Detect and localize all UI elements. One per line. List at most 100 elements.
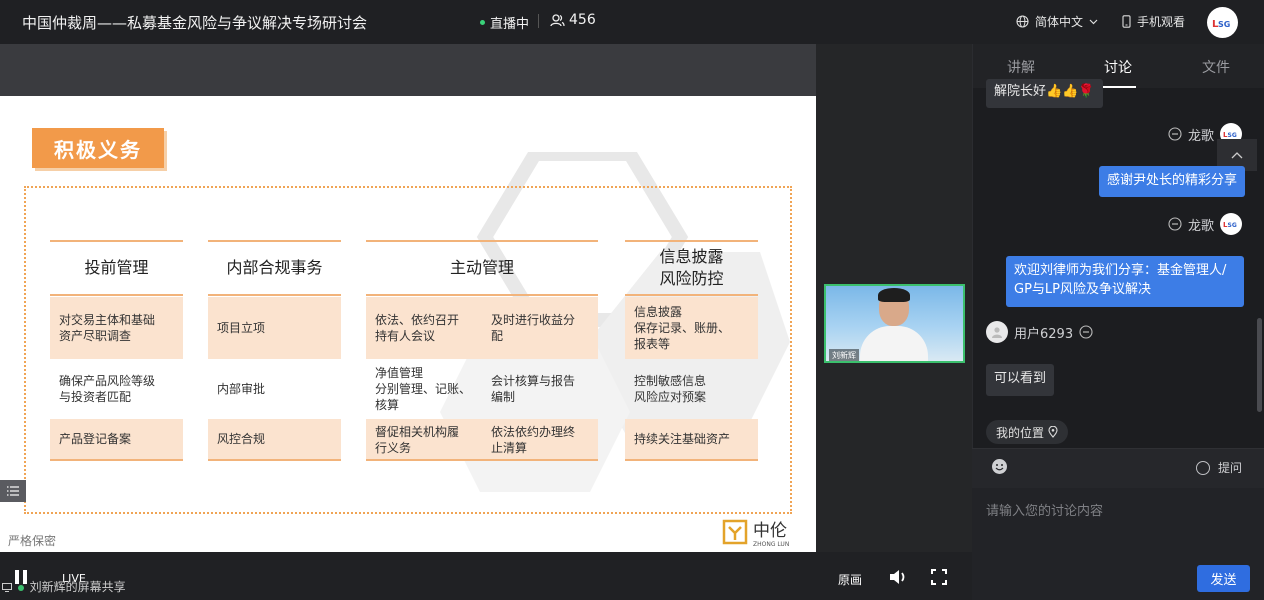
more-options-icon[interactable] (1168, 127, 1182, 141)
svg-text:SG: SG (1218, 20, 1230, 29)
screen-share-text: 刘新辉的屏幕共享 (29, 580, 126, 594)
cell-text: 依法依约办理终 止清算 (491, 424, 576, 455)
event-title: 中国仲裁周——私募基金风险与争议解决专场研讨会 (22, 14, 368, 32)
radio-icon (1196, 460, 1210, 475)
cell-text: 净值管理 分别管理、记账、 核算 (375, 365, 472, 413)
message-sender: 龙歌 L SG (1168, 213, 1243, 235)
cell-text: 产品登记备案 (59, 431, 132, 446)
tab-explain[interactable]: 讲解 (1007, 57, 1035, 77)
slide-cell: 信息披露 保存记录、账册、 报表等 (625, 297, 758, 359)
fullscreen-button[interactable] (931, 569, 947, 589)
slide-cell: 及时进行收益分 配 (482, 297, 598, 359)
cell-text: 依法、依约召开 持有人会议 (375, 312, 460, 343)
cell-text: 风控合规 (217, 431, 266, 446)
cell-text: 确保产品风险等级 与投资者匹配 (59, 373, 156, 404)
chat-message: 感谢尹处长的精彩分享 (1099, 166, 1246, 197)
viewer-count: 456 (550, 12, 596, 28)
cell-text: 项目立项 (217, 320, 266, 335)
player-controls (0, 552, 972, 600)
speaker-body (860, 326, 928, 361)
ask-question-toggle[interactable]: 提问 (1196, 459, 1242, 476)
language-selector[interactable]: 简体中文 (1016, 13, 1098, 30)
live-status: 直播中 (480, 13, 529, 32)
presenter-dot-icon (17, 584, 24, 591)
message-sender: 用户6293 (986, 321, 1093, 343)
viewer-count-value: 456 (569, 12, 596, 28)
slide-cell: 会计核算与报告 编制 (482, 361, 598, 417)
volume-button[interactable] (888, 568, 908, 590)
send-button[interactable]: 发送 (1197, 565, 1250, 592)
more-options-icon[interactable] (1079, 325, 1093, 339)
speaker-name: 刘新辉 (829, 349, 859, 361)
slide-cell: 风控合规 (208, 419, 341, 461)
chat-scrollbar[interactable] (1257, 318, 1262, 412)
logo-text: 中伦 ZHONG LUN (753, 516, 789, 548)
slide-cell: 依法、依约召开 持有人会议 (366, 297, 482, 359)
emoji-icon (992, 459, 1007, 474)
mobile-view-label: 手机观看 (1137, 15, 1186, 29)
slide-cell: 对交易主体和基础 资产尽职调查 (50, 297, 183, 359)
column-header: 内部合规事务 (208, 240, 341, 296)
slide-cell: 净值管理 分别管理、记账、 核算 (366, 361, 482, 417)
zhonglun-logo-icon (722, 519, 748, 545)
slide-cell: 督促相关机构履 行义务 (366, 419, 482, 461)
chevron-up-icon (1231, 151, 1243, 158)
slide-cell: 内部审批 (208, 361, 341, 417)
video-stage: 积极义务 投前管理 对交易主体和基础 资产尽职调查 确保产品风险等级 与投资者匹… (0, 44, 972, 600)
sender-avatar (986, 321, 1008, 343)
sender-name: 用户6293 (1014, 326, 1074, 342)
slide-heading: 积极义务 (32, 128, 164, 168)
chevron-down-icon (1089, 19, 1098, 24)
cell-text: 会计核算与报告 编制 (491, 373, 576, 404)
my-location-button[interactable]: 我的位置 (986, 420, 1069, 444)
language-label: 简体中文 (1035, 15, 1084, 29)
user-avatar[interactable]: L SG (1207, 7, 1238, 38)
more-options-icon[interactable] (1168, 217, 1182, 231)
confidential-label: 严格保密 (8, 534, 57, 548)
input-placeholder: 请输入您的讨论内容 (986, 504, 1104, 519)
screen-share-label: 刘新辉的屏幕共享 (2, 578, 126, 595)
avatar-logo-icon: L SG (1223, 221, 1237, 229)
screen-share-icon (2, 583, 12, 592)
slide-cell: 项目立项 (208, 297, 341, 359)
svg-text:SG: SG (1228, 222, 1237, 229)
chat-message: 可以看到 (986, 364, 1055, 396)
cell-text: 督促相关机构履 行义务 (375, 424, 460, 455)
live-dot-icon (480, 20, 485, 25)
avatar-logo-icon: L SG (1212, 19, 1230, 30)
active-tab-indicator (1098, 86, 1136, 88)
firm-logo: 中伦 ZHONG LUN (722, 516, 789, 548)
slide-cell: 确保产品风险等级 与投资者匹配 (50, 361, 183, 417)
location-pin-icon (1048, 426, 1058, 438)
slide-cell: 控制敏感信息 风险应对预案 (625, 361, 758, 417)
cell-text: 及时进行收益分 配 (491, 312, 576, 343)
avatar-logo-icon: L SG (1223, 131, 1237, 139)
chat-message: 解院长好👍👍🌹 (986, 79, 1103, 108)
cell-text: 控制敏感信息 风险应对预案 (634, 373, 707, 404)
tab-files[interactable]: 文件 (1202, 57, 1230, 77)
slide-cell: 产品登记备案 (50, 419, 183, 461)
chat-message: 欢迎刘律师为我们分享：基金管理人/ GP与LP风险及争议解决 (1006, 256, 1244, 307)
slide-list-toggle[interactable] (0, 480, 26, 502)
speaker-hair (878, 288, 910, 302)
cell-text: 信息披露 保存记录、账册、 报表等 (634, 304, 731, 352)
mobile-view-button[interactable]: 手机观看 (1122, 13, 1185, 30)
stage-top-band (0, 44, 816, 96)
phone-icon (1122, 15, 1131, 28)
cell-text: 内部审批 (217, 381, 266, 396)
column-header: 主动管理 (366, 240, 598, 296)
people-icon (550, 13, 565, 26)
tab-discussion[interactable]: 讨论 (1104, 57, 1132, 77)
logo-text-main: 中伦 (753, 521, 787, 541)
volume-icon (890, 570, 905, 584)
logo-text-sub: ZHONG LUN (753, 541, 790, 548)
column-header: 信息披露 风险防控 (625, 240, 758, 296)
sender-avatar: L SG (1220, 213, 1243, 235)
quality-selector[interactable]: 原画 (838, 571, 862, 588)
globe-icon (1016, 15, 1029, 28)
emoji-button[interactable] (991, 458, 1008, 479)
live-status-label: 直播中 (490, 17, 530, 32)
slide-cell: 依法依约办理终 止清算 (482, 419, 598, 461)
speaker-camera[interactable]: 刘新辉 (824, 284, 965, 363)
ask-label: 提问 (1218, 461, 1243, 475)
